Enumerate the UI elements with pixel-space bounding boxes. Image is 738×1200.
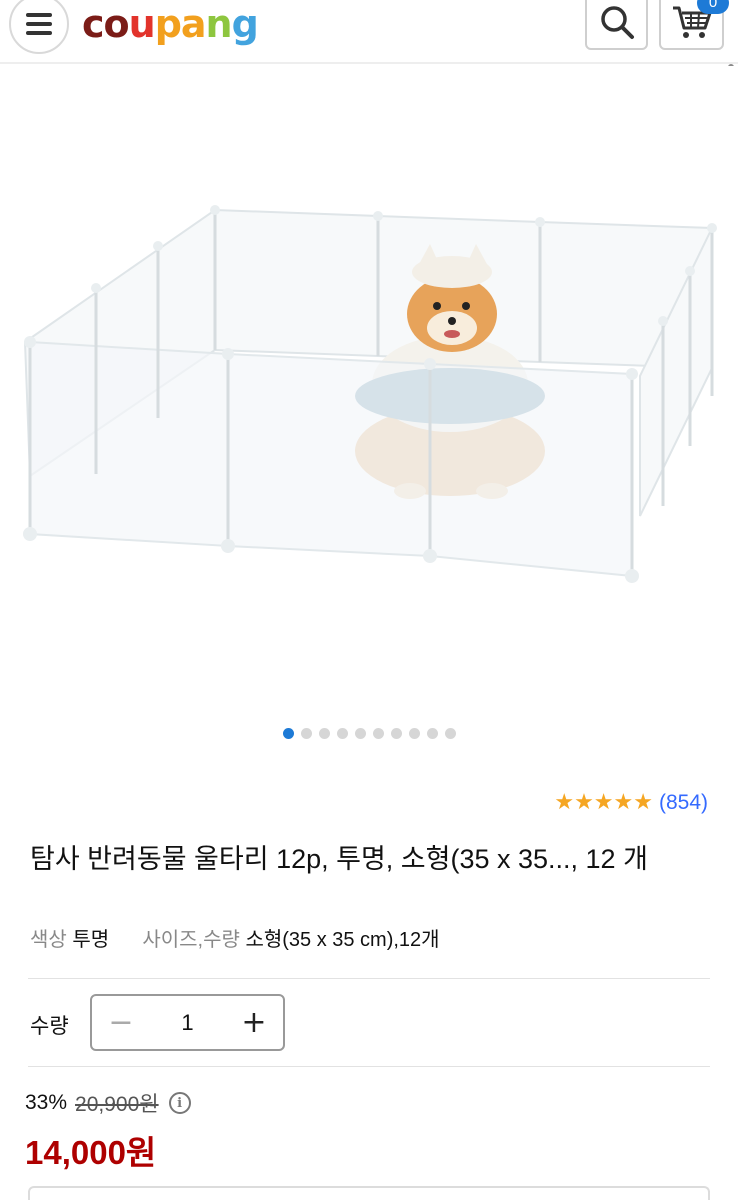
carousel-indicator[interactable] bbox=[283, 728, 456, 739]
logo-part: g bbox=[231, 2, 259, 46]
carousel-dot[interactable] bbox=[427, 728, 438, 739]
discount-rate: 33% bbox=[25, 1091, 68, 1114]
logo-part: pa bbox=[154, 2, 207, 46]
product-image[interactable] bbox=[0, 66, 738, 706]
increase-quantity-button[interactable]: + bbox=[239, 1007, 269, 1038]
carousel-dot[interactable] bbox=[445, 728, 456, 739]
option-label-size: 사이즈,수량 bbox=[142, 929, 240, 951]
menu-button[interactable] bbox=[9, 0, 69, 54]
carousel-dot[interactable] bbox=[373, 728, 384, 739]
product-title: 탐사 반려동물 울타리 12p, 투명, 소형(35 x 35..., 12 개 bbox=[30, 844, 648, 874]
logo-part: co bbox=[82, 2, 130, 46]
carousel-dot[interactable] bbox=[283, 728, 294, 739]
option-value-size: 소형(35 x 35 cm),12개 bbox=[245, 929, 440, 951]
carousel-dot[interactable] bbox=[319, 728, 330, 739]
sale-price: 14,000원 bbox=[25, 1134, 157, 1171]
selected-options[interactable]: 색상 투명 사이즈,수량 소형(35 x 35 cm),12개 bbox=[30, 926, 440, 954]
menu-icon-line bbox=[26, 31, 52, 35]
quantity-stepper[interactable]: − 1 + bbox=[90, 994, 285, 1051]
option-label-color: 색상 bbox=[30, 929, 67, 951]
cart-count-badge: 0 bbox=[697, 0, 729, 14]
carousel-dot[interactable] bbox=[409, 728, 420, 739]
coupang-logo[interactable]: coupang bbox=[82, 2, 259, 46]
pet-playpen-image bbox=[23, 205, 717, 583]
carousel-dot[interactable] bbox=[355, 728, 366, 739]
bottom-panel-edge bbox=[28, 1186, 710, 1200]
logo-part: n bbox=[205, 2, 233, 46]
option-value-color: 투명 bbox=[72, 929, 110, 951]
divider bbox=[28, 978, 710, 979]
menu-icon-line bbox=[26, 13, 52, 17]
carousel-dot[interactable] bbox=[391, 728, 402, 739]
carousel-dot[interactable] bbox=[301, 728, 312, 739]
decrease-quantity-button[interactable]: − bbox=[106, 1007, 136, 1038]
quantity-label: 수량 bbox=[30, 1015, 69, 1038]
header: coupang 0 bbox=[0, 0, 738, 64]
search-icon bbox=[600, 6, 634, 39]
info-icon[interactable]: i bbox=[168, 1092, 191, 1114]
original-price: 20,900원 bbox=[75, 1093, 159, 1116]
logo-part: u bbox=[128, 2, 156, 46]
quantity-value[interactable]: 1 bbox=[181, 1010, 193, 1036]
menu-icon-line bbox=[26, 22, 52, 26]
carousel-dot[interactable] bbox=[337, 728, 348, 739]
star-rating-icon: ★★★★★ bbox=[554, 790, 653, 815]
rating[interactable]: ★★★★★ (854) bbox=[554, 790, 708, 816]
review-count-link[interactable]: (854) bbox=[659, 791, 708, 815]
search-button[interactable] bbox=[585, 0, 648, 50]
price-info: 33% 20,900원 i bbox=[25, 1088, 191, 1118]
divider bbox=[28, 1066, 710, 1067]
